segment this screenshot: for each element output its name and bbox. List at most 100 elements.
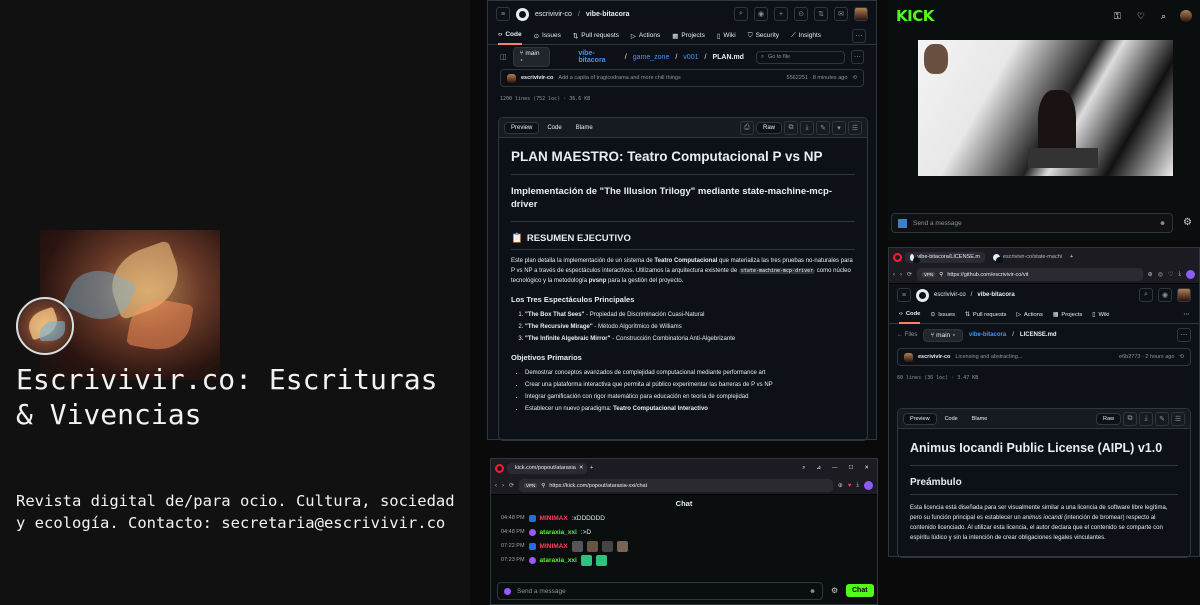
kick-logo[interactable]: KICK (896, 7, 934, 25)
go-to-file-input[interactable]: ⌕ Go to file (755, 50, 845, 64)
pr-icon[interactable]: ⇅ (814, 7, 828, 21)
opera-logo-icon[interactable] (893, 252, 902, 262)
browser-tab-license[interactable]: vibe-bitacora/LICENSE.m (905, 251, 985, 263)
search-icon[interactable]: ⌕ (802, 465, 805, 472)
branch-selector[interactable]: ⑂ main ▾ (923, 328, 963, 342)
more-icon[interactable]: ⋯ (1177, 328, 1191, 342)
chevron-down-icon[interactable]: ▾ (832, 120, 846, 135)
edit-icon[interactable]: ✎ (1155, 411, 1169, 426)
gear-icon[interactable]: ⚙ (1183, 217, 1192, 228)
edit-icon[interactable]: ✎ (816, 120, 830, 135)
avatar[interactable] (16, 297, 74, 355)
bookmark-icon[interactable]: ♥ (848, 483, 852, 489)
forward-icon[interactable]: › (502, 483, 504, 489)
view-tab-code[interactable]: Code (541, 123, 567, 133)
breadcrumb-repo[interactable]: vibe-bitacora (969, 332, 1006, 338)
tab-projects[interactable]: ▦ Projects (1053, 306, 1082, 324)
tab-code[interactable]: ‹› Code (498, 27, 522, 45)
tab-pull-requests[interactable]: ⇅ Pull requests (965, 306, 1006, 324)
raw-button[interactable]: Raw (1095, 412, 1121, 425)
reload-icon[interactable]: ⟳ (907, 271, 912, 278)
stream-video[interactable] (918, 40, 1173, 176)
bookmark-icon[interactable]: ♡ (1168, 271, 1173, 278)
branch-selector[interactable]: ⑂ main ▾ (512, 47, 551, 67)
breadcrumb-dir-1[interactable]: game_zone (633, 54, 670, 61)
gear-icon[interactable]: ⚙ (831, 586, 838, 595)
reload-icon[interactable]: ⟳ (509, 482, 514, 489)
commit-author[interactable]: escrivivir-co (521, 75, 553, 81)
view-tab-preview[interactable]: Preview (504, 121, 540, 134)
menu-icon[interactable]: ≡ (496, 7, 510, 21)
send-message-input[interactable]: Send a message ☻ (891, 213, 1173, 233)
tab-projects[interactable]: ▦ Projects (672, 27, 705, 45)
breadcrumb-dir-2[interactable]: v001 (683, 54, 698, 61)
chat-username[interactable]: ataraxia_xxi (540, 557, 577, 564)
download-icon[interactable]: ⤓ (1178, 271, 1181, 278)
view-tab-blame[interactable]: Blame (570, 123, 599, 133)
commit-author[interactable]: escrivivir-co (918, 354, 950, 360)
new-tab-icon[interactable]: + (1070, 254, 1073, 260)
close-icon[interactable]: ✕ (864, 465, 869, 471)
outline-icon[interactable]: ☰ (848, 120, 862, 135)
repo-owner[interactable]: escrivivir-co (535, 11, 572, 18)
more-icon[interactable]: ⋯ (850, 50, 864, 64)
opera-logo-icon[interactable] (495, 463, 504, 473)
copilot-icon[interactable]: ◉ (1158, 288, 1172, 302)
tab-actions[interactable]: ▷ Actions (631, 27, 660, 45)
browser-tab-state-machine[interactable]: escrivivir-co/state-machi (988, 252, 1067, 263)
kick-emote-icon[interactable] (898, 218, 907, 228)
history-icon[interactable]: ⟲ (852, 75, 857, 81)
forward-icon[interactable]: › (900, 272, 902, 278)
user-avatar-icon[interactable] (1177, 288, 1191, 302)
search-icon[interactable]: ⌕ (1161, 11, 1166, 22)
history-icon[interactable]: ⟲ (1179, 354, 1184, 360)
gift-icon[interactable]: ⚿ (1114, 11, 1121, 22)
tab-pull-requests[interactable]: ⇅ Pull requests (573, 27, 619, 45)
sidebar-toggle-icon[interactable]: ◫ (500, 53, 507, 61)
tab-actions[interactable]: ▷ Actions (1016, 306, 1042, 324)
commit-message[interactable]: Licensing and abstracting... (955, 354, 1022, 360)
tab-insights[interactable]: ⟋ Insights (791, 27, 821, 45)
breadcrumb-repo[interactable]: vibe-bitacora (578, 50, 618, 64)
more-icon[interactable]: ⋯ (1183, 312, 1189, 318)
latest-commit[interactable]: escrivivir-co Add a capita of tragicodra… (500, 69, 864, 87)
raw-button[interactable]: Raw (755, 121, 782, 134)
copilot-icon[interactable]: ◉ (754, 7, 768, 21)
heart-icon[interactable]: ♡ (1137, 11, 1145, 22)
search-icon[interactable]: ⌕ (1139, 288, 1153, 302)
address-bar[interactable]: VPN ⚲ https://github.com/escrivivir-co/vit (917, 268, 1143, 281)
present-icon[interactable]: ⎙ (739, 120, 754, 135)
view-tab-code[interactable]: Code (939, 414, 964, 424)
commit-message[interactable]: Add a capita of tragicodrama and more ch… (558, 75, 680, 81)
inbox-icon[interactable]: ✉ (834, 7, 848, 21)
view-tab-preview[interactable]: Preview (903, 412, 937, 425)
repo-name[interactable]: vibe-bitacora (977, 292, 1014, 298)
chat-send-button[interactable]: Chat (846, 584, 874, 597)
plus-icon[interactable]: + (774, 7, 788, 21)
copy-icon[interactable]: ⧉ (1123, 411, 1137, 426)
browser-tab-kick[interactable]: kick.com/popout/ataraxia ✕ (507, 462, 587, 474)
minimize-icon[interactable]: — (832, 465, 838, 471)
back-to-files[interactable]: ← Files (897, 332, 917, 338)
download-icon[interactable]: ⤓ (856, 482, 859, 489)
tab-wiki[interactable]: ▯ Wiki (717, 27, 736, 45)
tab-code[interactable]: ‹› Code (899, 306, 921, 324)
address-bar[interactable]: VPN ⚲ https://kick.com/popout/ataraxia-xxi… (519, 479, 833, 492)
profile-icon[interactable] (1186, 270, 1195, 279)
menu-icon[interactable]: ≡ (897, 288, 911, 302)
chat-username[interactable]: MINIMAX (540, 515, 568, 522)
extension-icon[interactable]: ⊕ (1148, 271, 1153, 278)
chat-username[interactable]: MINIMAX (540, 543, 568, 550)
search-icon[interactable]: ⌕ (734, 7, 748, 21)
tab-security[interactable]: ⛉ Security (748, 27, 779, 45)
github-logo-icon[interactable] (916, 288, 929, 302)
download-icon[interactable]: ⤓ (800, 120, 814, 135)
back-icon[interactable]: ‹ (893, 272, 895, 278)
maximize-icon[interactable]: ☐ (848, 465, 853, 471)
profile-icon[interactable] (864, 481, 873, 490)
new-tab-icon[interactable]: + (590, 465, 593, 471)
pin-icon[interactable]: ⊿ (816, 465, 821, 471)
issues-icon[interactable]: ⊙ (794, 7, 808, 21)
extension-icon[interactable]: ⊕ (838, 482, 843, 489)
more-icon[interactable]: ⋯ (852, 28, 866, 43)
